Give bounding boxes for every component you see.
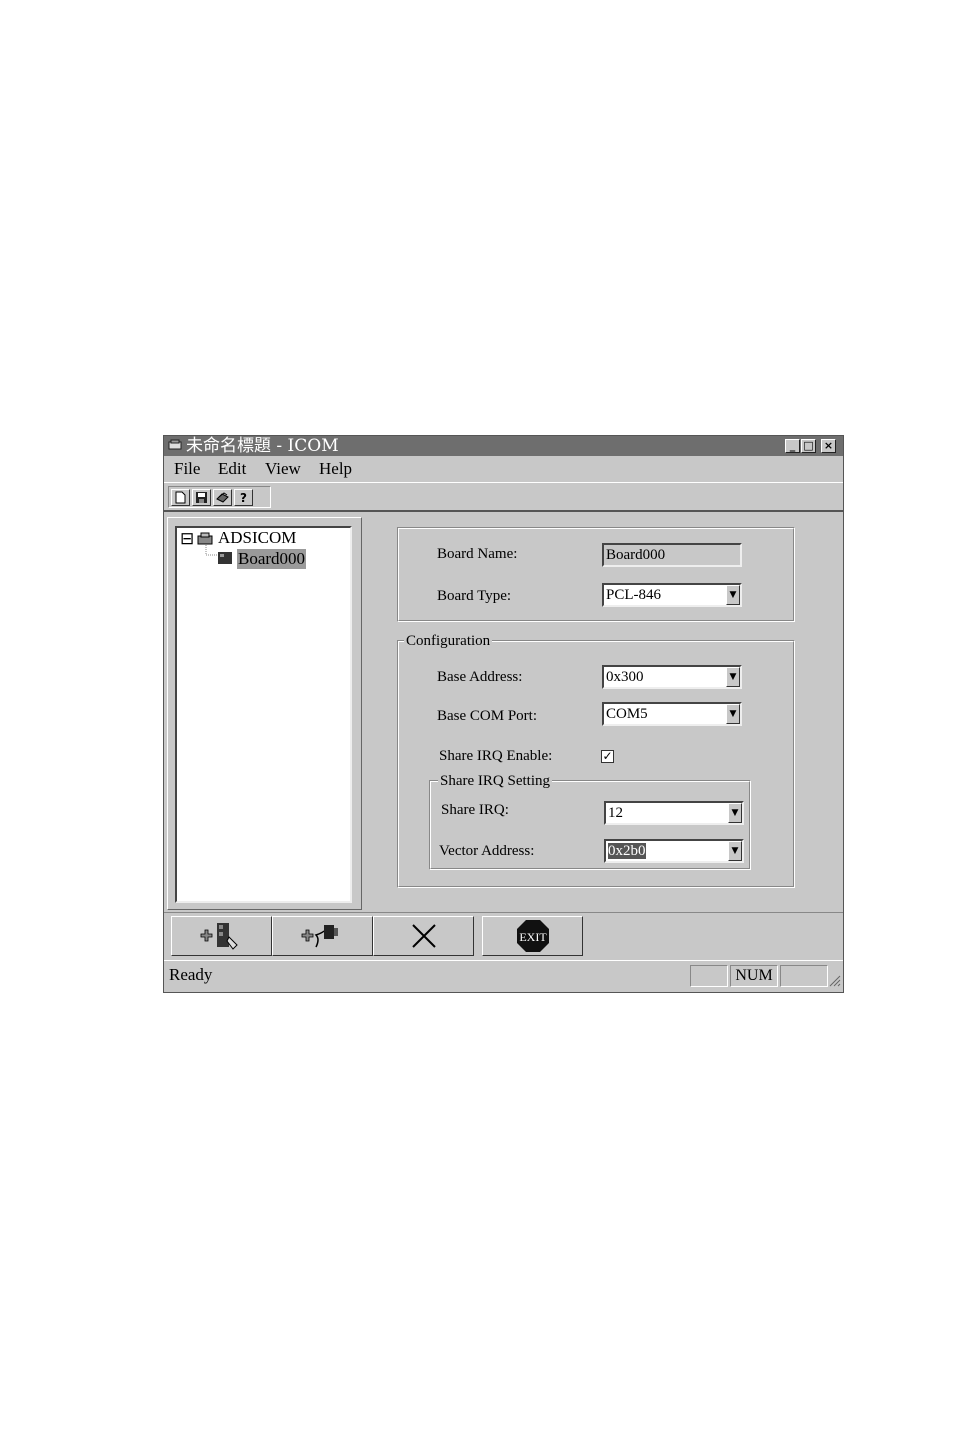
toolbar-group: ? bbox=[168, 486, 271, 508]
add-board-icon bbox=[200, 923, 238, 950]
add-board-button[interactable] bbox=[171, 916, 272, 956]
action-bar: EXIT bbox=[164, 912, 843, 959]
board-name-label: Board Name: bbox=[437, 546, 518, 562]
share-irq-enable-checkbox[interactable]: ✓ bbox=[601, 750, 614, 763]
share-irq-select[interactable]: 12 ▼ bbox=[604, 801, 744, 825]
close-button[interactable]: × bbox=[821, 439, 836, 453]
base-com-port-select[interactable]: COM5 ▼ bbox=[602, 702, 742, 726]
add-port-button[interactable] bbox=[272, 916, 373, 956]
exit-button[interactable]: EXIT bbox=[482, 916, 583, 956]
status-pane-num: NUM bbox=[730, 965, 778, 987]
tree-item-board000[interactable]: Board000 bbox=[237, 549, 307, 569]
board-type-select[interactable]: PCL-846 ▼ bbox=[602, 583, 742, 607]
help-button[interactable]: ? bbox=[234, 489, 253, 506]
new-file-icon bbox=[175, 491, 186, 504]
tree-view[interactable]: ⊟ ADSICOM Board000 bbox=[175, 526, 352, 903]
board-type-label: Board Type: bbox=[437, 588, 512, 604]
save-icon bbox=[196, 492, 207, 503]
tree-root-expander[interactable]: ⊟ bbox=[180, 529, 194, 549]
board-group bbox=[397, 527, 795, 622]
new-file-button[interactable] bbox=[171, 489, 190, 506]
toolbar: ? bbox=[164, 482, 843, 512]
title-bar[interactable]: 未命名標題 - ICOM _ □ × bbox=[164, 436, 843, 456]
base-address-value: 0x300 bbox=[606, 669, 644, 685]
svg-text:?: ? bbox=[240, 491, 247, 504]
print-icon bbox=[216, 492, 229, 503]
status-pane-scroll bbox=[780, 965, 828, 987]
minimize-button[interactable]: _ bbox=[785, 439, 800, 453]
share-irq-setting-legend: Share IRQ Setting bbox=[438, 773, 552, 789]
help-icon: ? bbox=[240, 491, 247, 504]
vector-address-select[interactable]: 0x2b0 ▼ bbox=[604, 839, 744, 863]
menu-bar: File Edit View Help bbox=[164, 457, 843, 481]
share-irq-label: Share IRQ: bbox=[441, 802, 509, 818]
delete-icon bbox=[411, 924, 436, 948]
board-name-field[interactable]: Board000 bbox=[602, 543, 742, 567]
chevron-down-icon[interactable]: ▼ bbox=[726, 585, 740, 605]
tree-root-label[interactable]: ADSICOM bbox=[218, 528, 296, 548]
share-irq-value: 12 bbox=[608, 805, 623, 821]
menu-help[interactable]: Help bbox=[319, 459, 352, 479]
chevron-down-icon[interactable]: ▼ bbox=[726, 667, 740, 687]
resize-grip-icon[interactable] bbox=[829, 975, 841, 987]
chevron-down-icon[interactable]: ▼ bbox=[728, 841, 742, 861]
vector-address-value: 0x2b0 bbox=[608, 843, 646, 859]
base-com-port-label: Base COM Port: bbox=[437, 708, 538, 724]
exit-icon: EXIT bbox=[516, 920, 549, 952]
base-address-select[interactable]: 0x300 ▼ bbox=[602, 665, 742, 689]
chevron-down-icon[interactable]: ▼ bbox=[728, 803, 742, 823]
status-text: Ready bbox=[169, 965, 213, 984]
network-icon bbox=[197, 532, 213, 545]
status-pane-caps bbox=[690, 965, 728, 987]
delete-button[interactable] bbox=[373, 916, 474, 956]
vector-address-label: Vector Address: bbox=[439, 843, 535, 859]
menu-file[interactable]: File bbox=[174, 459, 200, 479]
share-irq-enable-label: Share IRQ Enable: bbox=[439, 748, 553, 764]
window-title: 未命名標題 - ICOM bbox=[186, 436, 339, 456]
menu-edit[interactable]: Edit bbox=[218, 459, 246, 479]
svg-text:EXIT: EXIT bbox=[519, 930, 547, 944]
base-com-port-value: COM5 bbox=[606, 706, 648, 722]
print-button[interactable] bbox=[213, 489, 232, 506]
save-button[interactable] bbox=[192, 489, 211, 506]
icom-window: 未命名標題 - ICOM _ □ × File Edit View Help ?… bbox=[163, 435, 844, 993]
board-type-value: PCL-846 bbox=[606, 587, 662, 603]
board-icon bbox=[218, 552, 232, 564]
base-address-label: Base Address: bbox=[437, 669, 523, 685]
menu-view[interactable]: View bbox=[265, 459, 301, 479]
add-port-icon bbox=[301, 925, 338, 948]
chevron-down-icon[interactable]: ▼ bbox=[726, 704, 740, 724]
maximize-button[interactable]: □ bbox=[801, 439, 816, 453]
status-bar: Ready NUM bbox=[164, 960, 843, 989]
configuration-legend: Configuration bbox=[404, 633, 493, 649]
app-icon bbox=[168, 439, 182, 450]
